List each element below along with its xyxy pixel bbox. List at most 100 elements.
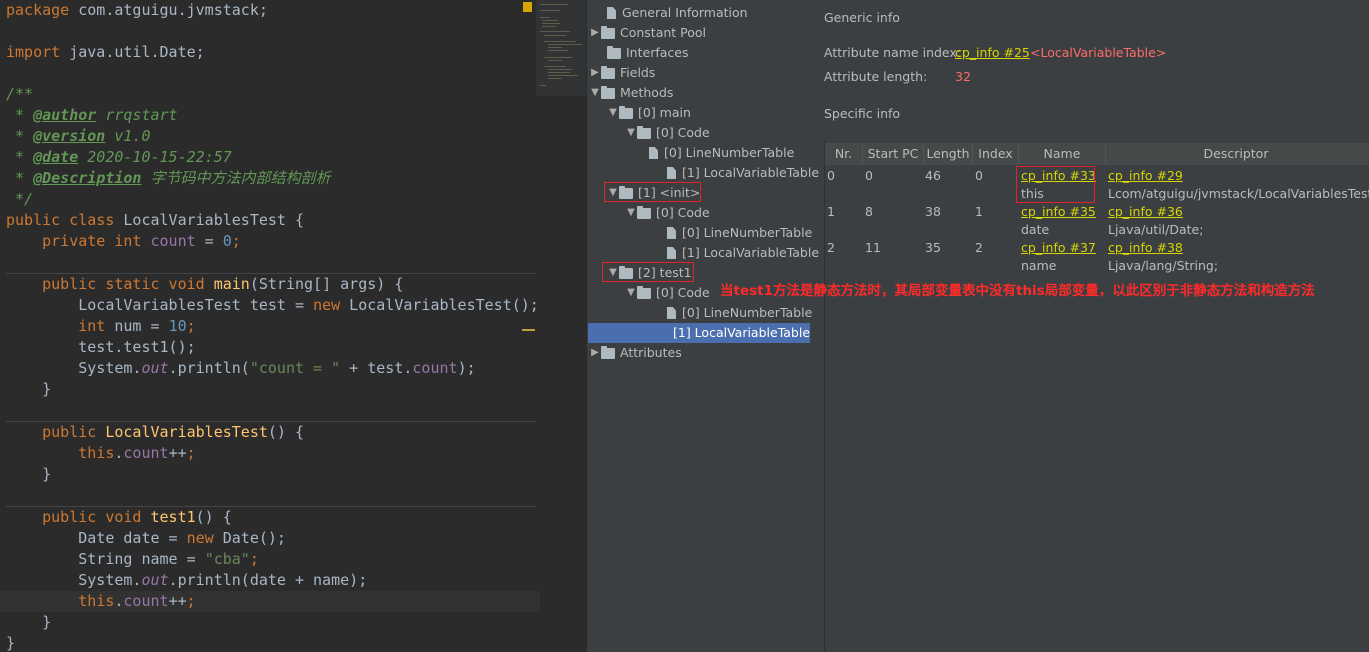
cell-name-link[interactable]: cp_info #35 xyxy=(1021,203,1096,221)
file-icon xyxy=(607,7,616,19)
file-icon xyxy=(649,147,658,159)
cell-index: 0 xyxy=(975,168,983,183)
tree-item-code[interactable]: ▼ [0] Code xyxy=(625,203,710,223)
cell-name-link[interactable]: cp_info #37 xyxy=(1021,239,1096,257)
tree-item-label: Constant Pool xyxy=(620,25,707,40)
code-text[interactable]: package com.atguigu.jvmstack; import jav… xyxy=(0,0,540,652)
tree-item-local-variable-table[interactable]: [1] LocalVariableTable xyxy=(667,163,819,183)
tree-item-label: [1] LocalVariableTable xyxy=(682,165,820,180)
folder-icon xyxy=(601,85,615,99)
cell-nr: 0 xyxy=(827,168,835,183)
cell-start-pc: 11 xyxy=(865,240,881,255)
code-line: } xyxy=(42,613,52,631)
code-line: this.count++; xyxy=(78,444,196,462)
tree-item-fields[interactable]: ▶ Fields xyxy=(589,63,655,83)
cell-descriptor-link[interactable]: cp_info #36 xyxy=(1108,203,1183,221)
chevron-right-icon[interactable]: ▶ xyxy=(589,63,601,83)
tree-item-label: [0] Code xyxy=(656,125,710,140)
code-line: * @date 2020-10-15-22:57 xyxy=(6,148,232,166)
code-line: * @Description 字节码中方法内部结构剖析 xyxy=(6,169,331,187)
tree-item-method-main[interactable]: ▼ [0] main xyxy=(607,103,691,123)
attribute-name-index-link[interactable]: cp_info #25 xyxy=(955,45,1030,60)
error-stripe-marker[interactable] xyxy=(522,329,535,331)
cell-nr: 1 xyxy=(827,204,835,219)
chevron-down-icon[interactable]: ▼ xyxy=(625,283,637,303)
column-header-length[interactable]: Length xyxy=(924,143,973,165)
chevron-down-icon[interactable]: ▼ xyxy=(607,103,619,123)
cell-descriptor-link[interactable]: cp_info #29 xyxy=(1108,167,1183,185)
highlight-box-init xyxy=(604,182,701,202)
code-line: System.out.println("count = " + test.cou… xyxy=(78,359,476,377)
code-editor[interactable]: package com.atguigu.jvmstack; import jav… xyxy=(0,0,586,652)
code-line: test.test1(); xyxy=(78,338,196,356)
code-line: /** xyxy=(6,85,34,103)
attribute-name-index-label: Attribute name index: xyxy=(824,45,961,60)
tree-item-line-number-table[interactable]: [0] LineNumberTable xyxy=(649,143,794,163)
code-line: public LocalVariablesTest() { xyxy=(42,423,305,441)
column-header-name[interactable]: Name xyxy=(1019,143,1106,165)
attribute-length-value: 32 xyxy=(955,69,971,84)
cell-nr: 2 xyxy=(827,240,835,255)
current-code-line: this.count++; xyxy=(0,591,540,612)
chevron-right-icon[interactable]: ▶ xyxy=(589,23,601,43)
attribute-length-label: Attribute length: xyxy=(824,69,928,84)
warning-marker-icon[interactable] xyxy=(523,2,532,12)
cell-descriptor-link[interactable]: cp_info #38 xyxy=(1108,239,1183,257)
chevron-down-icon[interactable]: ▼ xyxy=(625,203,637,223)
tree-item-label: [0] LineNumberTable xyxy=(664,145,795,160)
code-line: String name = "cba"; xyxy=(78,550,259,568)
code-line: } xyxy=(42,380,52,398)
tree-item-methods[interactable]: ▼ Methods xyxy=(589,83,673,103)
cell-length: 35 xyxy=(925,240,941,255)
cell-name: name xyxy=(1021,258,1057,273)
code-line: LocalVariablesTest test = new LocalVaria… xyxy=(78,296,539,314)
cell-length: 46 xyxy=(925,168,941,183)
tree-item-general-information[interactable]: General Information xyxy=(595,3,748,23)
tree-item-interfaces[interactable]: Interfaces xyxy=(595,43,688,63)
chevron-down-icon[interactable]: ▼ xyxy=(625,123,637,143)
tree-item-line-number-table[interactable]: [0] LineNumberTable xyxy=(667,303,812,323)
file-icon xyxy=(667,227,676,239)
column-header-start-pc[interactable]: Start PC xyxy=(863,143,924,165)
column-header-index[interactable]: Index xyxy=(973,143,1019,165)
folder-icon xyxy=(601,345,615,359)
code-line: import java.util.Date; xyxy=(6,43,205,61)
column-header-descriptor[interactable]: Descriptor xyxy=(1106,143,1366,165)
tree-item-label: [1] LocalVariableTable xyxy=(673,325,811,340)
file-icon xyxy=(667,247,676,259)
column-header-nr[interactable]: Nr. xyxy=(825,143,863,165)
tree-item-attributes[interactable]: ▶ Attributes xyxy=(589,343,682,363)
code-line: } xyxy=(6,634,16,652)
chevron-down-icon[interactable]: ▼ xyxy=(589,83,601,103)
tree-item-local-variable-table[interactable]: [1] LocalVariableTable xyxy=(667,243,819,263)
chevron-right-icon[interactable]: ▶ xyxy=(589,343,601,363)
tree-item-label: General Information xyxy=(622,5,748,20)
code-line: System.out.println(date + name); xyxy=(78,571,368,589)
code-minimap[interactable] xyxy=(536,0,586,96)
local-variable-table[interactable]: Nr. Start PC Length Index Name Descripto… xyxy=(824,141,1369,652)
code-line: public static void main(String[] args) { xyxy=(42,275,404,293)
folder-icon xyxy=(637,205,651,219)
tree-item-local-variable-table-selected[interactable]: [1] LocalVariableTable xyxy=(588,323,810,343)
code-line: public class LocalVariablesTest { xyxy=(6,211,305,229)
tree-item-line-number-table[interactable]: [0] LineNumberTable xyxy=(667,223,812,243)
attribute-name-value: <LocalVariableTable> xyxy=(1030,45,1167,60)
tree-item-code[interactable]: ▼ [0] Code xyxy=(625,123,710,143)
folder-icon xyxy=(619,105,633,119)
code-line: */ xyxy=(6,190,34,208)
code-line: * @author rrqstart xyxy=(6,106,178,124)
file-icon xyxy=(667,307,676,319)
tree-item-code[interactable]: ▼ [0] Code xyxy=(625,283,710,303)
annotation-note: 当test1方法是静态方法时，其局部变量表中没有this局部变量，以此区别于非静… xyxy=(720,283,1315,299)
tree-item-constant-pool[interactable]: ▶ Constant Pool xyxy=(589,23,706,43)
tree-item-label: [0] main xyxy=(638,105,691,120)
code-line: package com.atguigu.jvmstack; xyxy=(6,1,268,19)
cell-start-pc: 8 xyxy=(865,204,873,219)
code-line: Date date = new Date(); xyxy=(78,529,286,547)
tree-item-label: Methods xyxy=(620,85,674,100)
class-structure-tree[interactable]: General Information ▶ Constant Pool Inter… xyxy=(586,0,824,652)
